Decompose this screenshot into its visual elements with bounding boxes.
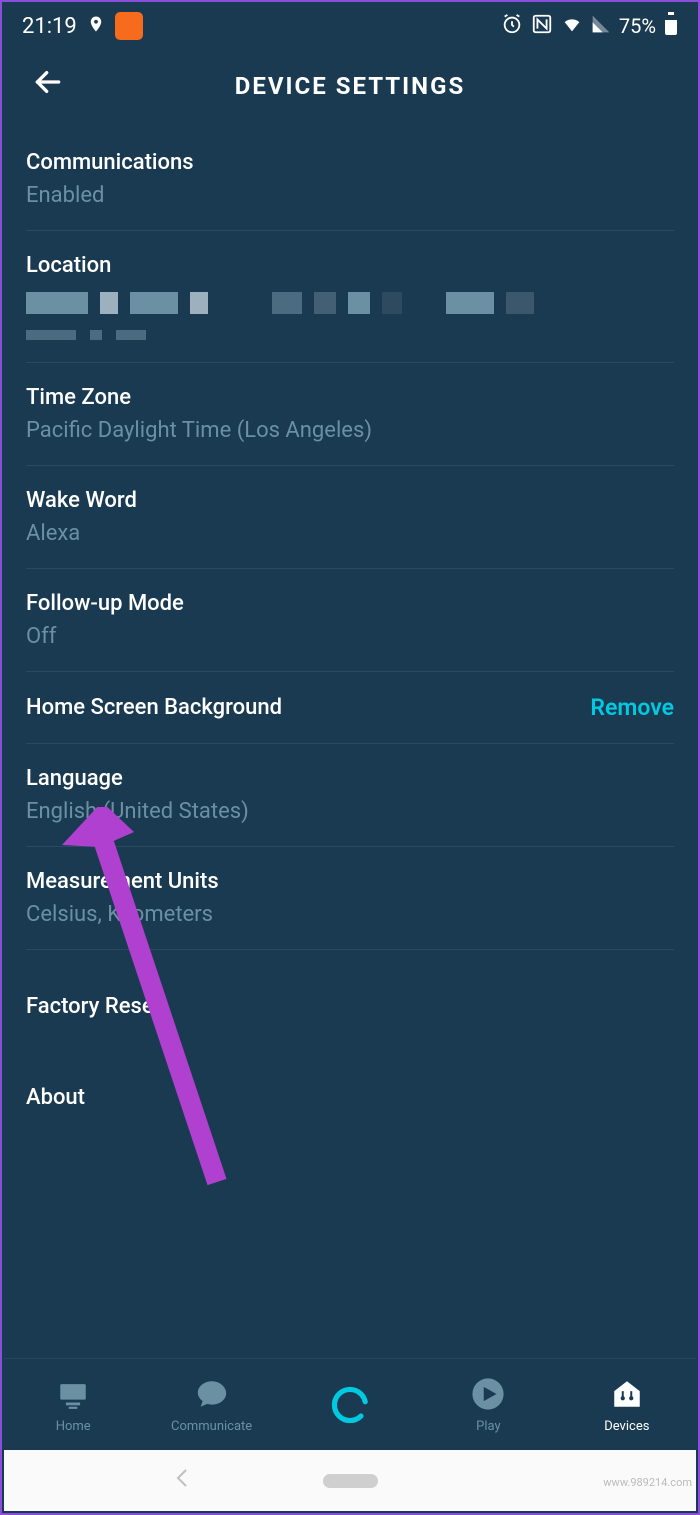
setting-wakeword[interactable]: Wake Word Alexa <box>26 466 674 569</box>
setting-label: Follow-up Mode <box>26 591 674 616</box>
nav-home[interactable]: Home <box>4 1375 142 1434</box>
setting-label: Measurement Units <box>26 869 674 894</box>
nfc-icon <box>531 13 553 40</box>
setting-location[interactable]: Location <box>26 231 674 363</box>
devices-icon <box>608 1375 646 1413</box>
setting-value: Pacific Daylight Time (Los Angeles) <box>26 418 674 443</box>
nav-play[interactable]: Play <box>419 1375 557 1434</box>
sys-back-icon[interactable] <box>174 1466 190 1495</box>
header: DEVICE SETTINGS <box>2 50 698 128</box>
nav-alexa[interactable] <box>281 1386 419 1424</box>
setting-label: Time Zone <box>26 385 674 410</box>
location-pin-icon <box>87 13 105 40</box>
setting-value: Alexa <box>26 521 674 546</box>
setting-value: English (United States) <box>26 799 674 824</box>
status-right: 75% <box>501 12 678 41</box>
setting-value: Celsius, Kilometers <box>26 902 674 927</box>
nav-label: Communicate <box>171 1419 252 1434</box>
nav-label: Devices <box>604 1419 649 1434</box>
alarm-icon <box>501 13 523 40</box>
nav-communicate[interactable]: Communicate <box>142 1375 280 1434</box>
setting-followup[interactable]: Follow-up Mode Off <box>26 569 674 672</box>
battery-percent: 75% <box>619 14 656 38</box>
back-arrow-icon[interactable] <box>32 66 64 106</box>
redacted-location-value <box>26 292 674 314</box>
settings-list: Communications Enabled Location Time Zon… <box>2 128 698 1132</box>
setting-label: Home Screen Background <box>26 695 282 720</box>
setting-label: Language <box>26 766 674 791</box>
setting-factory-reset[interactable]: Factory Reset <box>26 972 674 1041</box>
setting-label: About <box>26 1085 674 1110</box>
setting-value: Enabled <box>26 183 674 208</box>
nav-label: Play <box>476 1419 501 1434</box>
bottom-nav: Home Communicate Play Devices <box>4 1358 696 1450</box>
setting-label: Location <box>26 253 674 278</box>
app-notification-icon <box>115 12 143 40</box>
setting-value: Off <box>26 624 674 649</box>
setting-label: Factory Reset <box>26 994 674 1019</box>
status-time: 21:19 <box>22 14 77 39</box>
page-title: DEVICE SETTINGS <box>235 72 466 100</box>
setting-language[interactable]: Language English (United States) <box>26 744 674 847</box>
setting-label: Communications <box>26 150 674 175</box>
alexa-icon <box>331 1386 369 1424</box>
remove-button[interactable]: Remove <box>590 694 674 721</box>
chat-icon <box>193 1375 231 1413</box>
play-icon <box>469 1375 507 1413</box>
setting-communications[interactable]: Communications Enabled <box>26 128 674 231</box>
status-left: 21:19 <box>22 12 143 40</box>
wifi-icon <box>561 13 583 40</box>
watermark: www.989214.com <box>603 1476 692 1489</box>
setting-label: Wake Word <box>26 488 674 513</box>
signal-icon <box>591 14 611 39</box>
setting-homescreen-background[interactable]: Home Screen Background Remove <box>26 672 674 744</box>
nav-label: Home <box>56 1419 91 1434</box>
home-icon <box>54 1375 92 1413</box>
setting-measurement[interactable]: Measurement Units Celsius, Kilometers <box>26 847 674 950</box>
sys-home-pill[interactable] <box>323 1474 378 1488</box>
battery-icon <box>664 12 678 41</box>
nav-devices[interactable]: Devices <box>558 1375 696 1434</box>
system-nav-bar <box>4 1450 696 1511</box>
setting-timezone[interactable]: Time Zone Pacific Daylight Time (Los Ang… <box>26 363 674 466</box>
setting-about[interactable]: About <box>26 1063 674 1132</box>
status-bar: 21:19 75% <box>2 2 698 50</box>
redacted-location-line2 <box>26 330 674 340</box>
